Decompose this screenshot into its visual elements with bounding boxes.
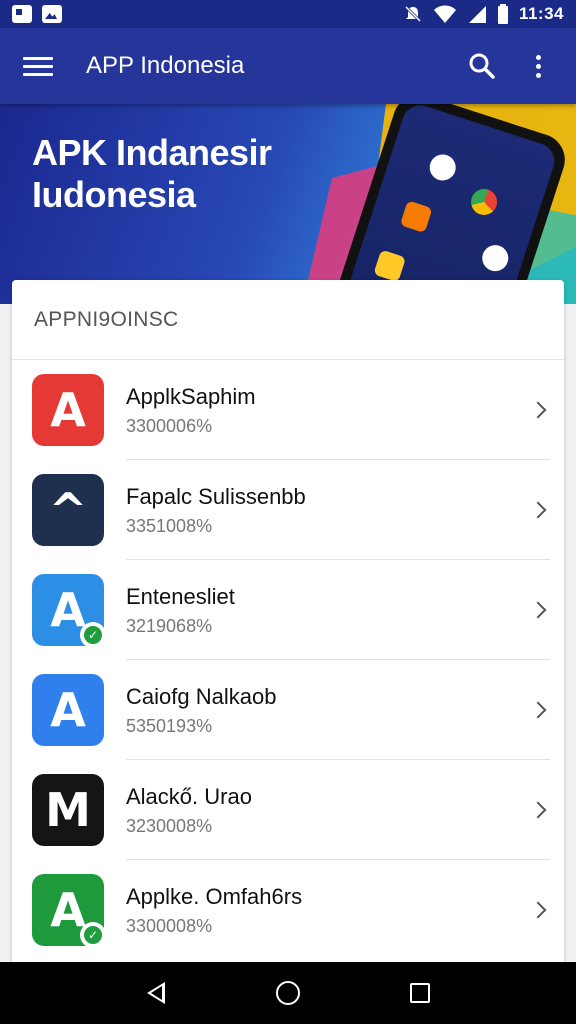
banner-title: APK Indanesir Iudonesia	[32, 132, 272, 216]
search-button[interactable]	[460, 44, 504, 88]
app-subtitle: 5350193%	[126, 716, 213, 736]
status-time: 11:34	[518, 4, 564, 23]
app-subtitle: 3300008%	[126, 916, 213, 936]
battery-icon	[497, 4, 508, 24]
app-text: ApplkSaphim 3300006%	[126, 383, 518, 437]
chevron-right-icon[interactable]	[518, 690, 558, 730]
more-options-button[interactable]	[516, 44, 560, 88]
list-item[interactable]: A ApplkSaphim 3300006%	[12, 360, 564, 460]
chevron-right-icon[interactable]	[518, 890, 558, 930]
chrome-icon	[467, 185, 501, 219]
app-name: Caiofg Nalkaob	[126, 684, 277, 709]
notification-icon	[12, 5, 32, 23]
app-icon	[373, 249, 407, 283]
back-button[interactable]	[132, 969, 180, 1017]
app-icon	[399, 200, 433, 234]
app-icon-glyph: M	[45, 783, 91, 837]
app-text: Caiofg Nalkaob 5350193%	[126, 683, 518, 737]
chevron-right-icon[interactable]	[518, 490, 558, 530]
banner-title-line1: APK Indanesir	[32, 132, 272, 173]
list-header: APPNI9OINSC	[12, 280, 564, 360]
wifi-icon	[433, 5, 456, 23]
app-icon-blue-a: A	[32, 674, 104, 746]
app-icon-green-a: A ✓	[32, 874, 106, 948]
app-list-card: APPNI9OINSC A ApplkSaphim 3300006% ^ Fapalc …	[12, 280, 564, 970]
verified-badge-icon: ✓	[80, 922, 106, 948]
more-icon	[535, 54, 541, 78]
list-item[interactable]: M Alackő. Urao 3230008%	[12, 760, 564, 860]
chevron-right-icon[interactable]	[518, 790, 558, 830]
list-item[interactable]: A Caiofg Nalkaob 5350193%	[12, 660, 564, 760]
recents-icon	[410, 983, 430, 1003]
home-button[interactable]	[264, 969, 312, 1017]
app-icon-red-a: A	[32, 374, 104, 446]
app-text: Entenesliet 3219068%	[126, 583, 518, 637]
app-icon-blue-yellow-a: A ✓	[32, 574, 106, 648]
app-name: Fapalc Sulissenbb	[126, 484, 306, 509]
app-name: Entenesliet	[126, 584, 235, 609]
image-icon	[42, 5, 62, 23]
app-icon	[426, 151, 460, 184]
app-subtitle: 3219068%	[126, 616, 213, 636]
app-title: APP Indonesia	[86, 52, 245, 79]
back-icon	[147, 982, 165, 1004]
list-item[interactable]: A ✓ Entenesliet 3219068%	[12, 560, 564, 660]
home-icon	[276, 981, 300, 1005]
app-subtitle: 3351008%	[126, 516, 213, 536]
app-bar: APP Indonesia	[0, 28, 576, 104]
recents-button[interactable]	[396, 969, 444, 1017]
app-subtitle: 3230008%	[126, 816, 213, 836]
app-text: Applke. Omfah6rs 3300008%	[126, 883, 518, 937]
app-icon-black-m: M	[32, 774, 104, 846]
app-list: A ApplkSaphim 3300006% ^ Fapalc Sulissenbb 33…	[12, 360, 564, 960]
app-subtitle: 3300006%	[126, 416, 213, 436]
promo-banner[interactable]: APK Indanesir Iudonesia	[0, 104, 576, 304]
banner-title-line2: Iudonesia	[32, 174, 196, 215]
app-icon	[478, 241, 512, 275]
app-text: Fapalc Sulissenbb 3351008%	[126, 483, 518, 537]
app-icon-glyph: ^	[48, 483, 88, 537]
list-item[interactable]: ^ Fapalc Sulissenbb 3351008%	[12, 460, 564, 560]
app-icon-glyph: A	[50, 383, 86, 437]
app-icon-navy-circle: ^	[32, 474, 104, 546]
status-bar: 11:34	[0, 0, 576, 28]
app-name: ApplkSaphim	[126, 384, 256, 409]
list-item[interactable]: A ✓ Applke. Omfah6rs 3300008%	[12, 860, 564, 960]
chevron-right-icon[interactable]	[518, 390, 558, 430]
signal-icon	[468, 6, 486, 23]
silent-icon	[404, 5, 422, 23]
system-nav-bar	[0, 962, 576, 1024]
menu-icon[interactable]	[16, 44, 60, 88]
app-name: Applke. Omfah6rs	[126, 884, 303, 909]
chevron-right-icon[interactable]	[518, 590, 558, 630]
verified-badge-icon: ✓	[80, 622, 106, 648]
app-name: Alackő. Urao	[126, 784, 252, 809]
app-text: Alackő. Urao 3230008%	[126, 783, 518, 837]
app-icon-glyph: A	[50, 683, 86, 737]
search-icon	[469, 53, 495, 79]
